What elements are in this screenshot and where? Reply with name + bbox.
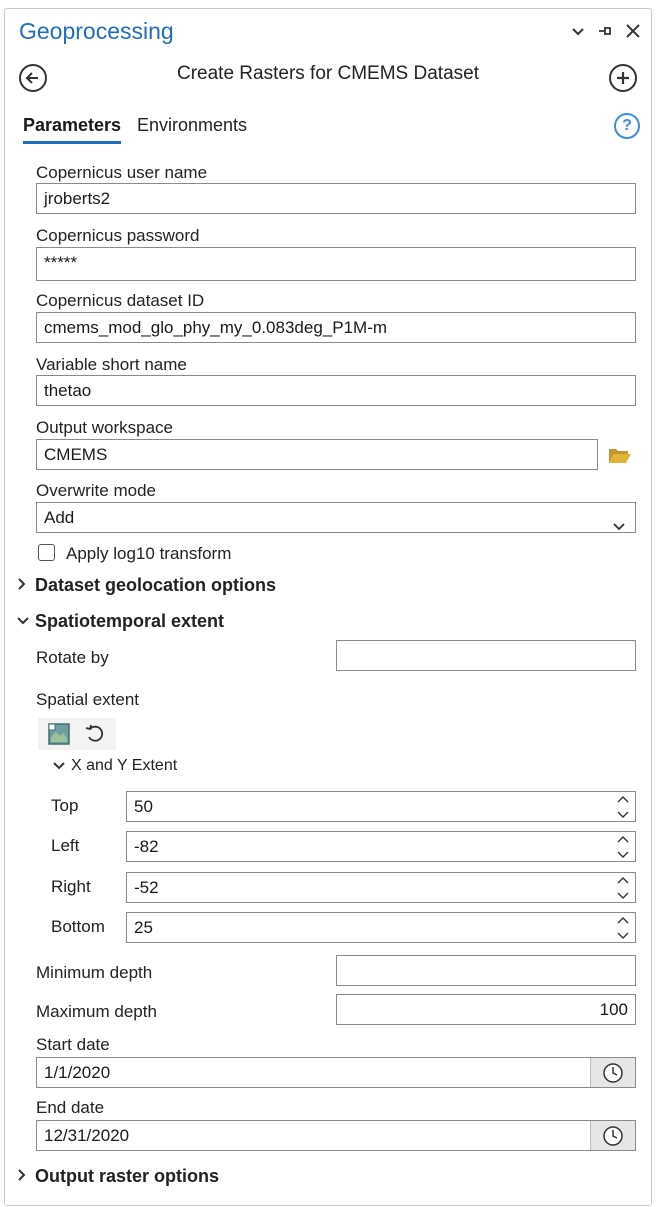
min-depth-field[interactable]: [336, 955, 636, 986]
clock-icon[interactable]: [590, 1121, 635, 1150]
section-spatiotemporal-label: Spatiotemporal extent: [35, 611, 225, 631]
window-controls: [571, 21, 641, 45]
max-depth-field[interactable]: 100: [336, 994, 636, 1025]
spinner-icon[interactable]: [617, 833, 629, 861]
chevron-right-icon: [17, 1168, 27, 1185]
top-field[interactable]: 50: [126, 791, 636, 822]
top-value: 50: [134, 797, 153, 816]
folder-icon[interactable]: [607, 443, 633, 467]
end-date-label: End date: [36, 1098, 105, 1117]
chevron-down-icon: [53, 758, 65, 775]
spinner-icon[interactable]: [617, 793, 629, 821]
start-date-label: Start date: [36, 1035, 110, 1054]
username-field[interactable]: jroberts2: [36, 183, 636, 214]
tool-title: Create Rasters for CMEMS Dataset: [177, 63, 479, 84]
password-label: Copernicus password: [36, 226, 200, 245]
rotate-by-label: Rotate by: [36, 648, 109, 667]
bottom-label: Bottom: [51, 917, 105, 936]
right-value: -52: [134, 878, 159, 897]
log10-label: Apply log10 transform: [66, 544, 232, 563]
pin-icon[interactable]: [597, 21, 613, 45]
reset-icon[interactable]: [77, 718, 113, 750]
close-icon[interactable]: [625, 21, 641, 45]
map-extent-icon[interactable]: [41, 718, 77, 750]
overwrite-label: Overwrite mode: [36, 481, 156, 500]
spinner-icon[interactable]: [617, 914, 629, 942]
left-field[interactable]: -82: [126, 831, 636, 862]
plus-circle-icon[interactable]: [609, 64, 637, 92]
chevron-down-icon[interactable]: [571, 21, 585, 45]
workspace-field[interactable]: CMEMS: [36, 439, 598, 470]
section-geolocation-label: Dataset geolocation options: [35, 575, 277, 595]
bottom-value: 25: [134, 918, 153, 937]
start-date-field[interactable]: 1/1/2020: [36, 1057, 636, 1088]
tab-parameters[interactable]: Parameters: [23, 115, 122, 144]
end-date-field[interactable]: 12/31/2020: [36, 1120, 636, 1151]
right-label: Right: [51, 877, 91, 896]
password-field[interactable]: *****: [36, 247, 636, 281]
section-spatiotemporal[interactable]: Spatiotemporal extent: [17, 611, 224, 632]
geoprocessing-pane: Geoprocessing Create Rasters for CMEMS D…: [4, 8, 652, 1206]
spatial-extent-label: Spatial extent: [36, 690, 140, 709]
spinner-icon[interactable]: [617, 874, 629, 902]
chevron-down-icon: [17, 613, 29, 630]
top-label: Top: [51, 796, 79, 815]
xy-extent-label: X and Y Extent: [71, 757, 178, 774]
overwrite-value: Add: [44, 508, 75, 527]
tab-environments[interactable]: Environments: [137, 115, 247, 136]
log10-checkbox[interactable]: [38, 544, 55, 561]
section-geolocation[interactable]: Dataset geolocation options: [17, 575, 276, 596]
start-date-value: 1/1/2020: [44, 1063, 111, 1082]
workspace-label: Output workspace: [36, 418, 174, 437]
min-depth-label: Minimum depth: [36, 963, 153, 982]
left-label: Left: [51, 836, 80, 855]
dataset-id-field[interactable]: cmems_mod_glo_phy_my_0.083deg_P1M-m: [36, 312, 636, 343]
username-label: Copernicus user name: [36, 163, 208, 182]
rotate-by-field[interactable]: [336, 640, 636, 671]
right-field[interactable]: -52: [126, 872, 636, 903]
xy-extent-toggle[interactable]: X and Y Extent: [53, 757, 177, 775]
variable-label: Variable short name: [36, 355, 187, 374]
dataset-id-label: Copernicus dataset ID: [36, 291, 205, 310]
chevron-down-icon: [613, 512, 625, 532]
section-output-raster-label: Output raster options: [35, 1166, 219, 1186]
help-icon[interactable]: ?: [614, 113, 640, 139]
left-value: -82: [134, 837, 159, 856]
extent-toolbar: [38, 718, 116, 750]
bottom-field[interactable]: 25: [126, 912, 636, 943]
end-date-value: 12/31/2020: [44, 1126, 130, 1145]
section-output-raster[interactable]: Output raster options: [17, 1166, 219, 1187]
overwrite-select[interactable]: Add: [36, 502, 636, 533]
clock-icon[interactable]: [590, 1058, 635, 1087]
pane-title: Geoprocessing: [19, 18, 174, 44]
variable-field[interactable]: thetao: [36, 375, 636, 406]
max-depth-label: Maximum depth: [36, 1002, 157, 1021]
chevron-right-icon: [17, 577, 27, 594]
